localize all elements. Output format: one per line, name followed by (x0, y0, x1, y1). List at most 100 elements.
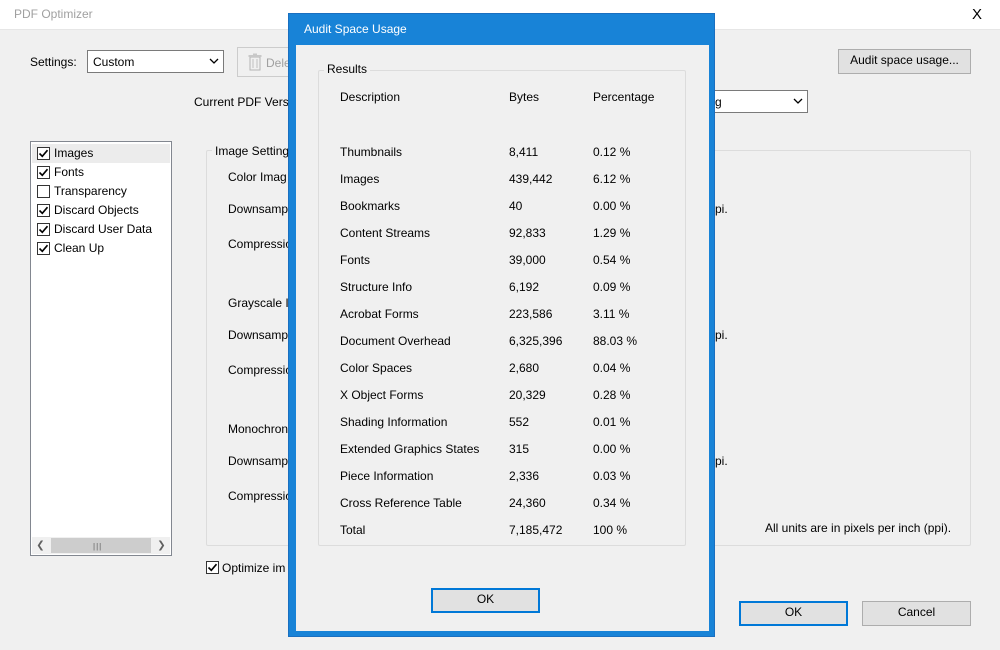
scrollbar-thumb[interactable]: ||| (51, 538, 151, 553)
grip-icon: ||| (93, 542, 103, 551)
downsample-label: Downsamp (228, 454, 289, 468)
row-description: Acrobat Forms (340, 307, 419, 321)
row-bytes: 6,192 (509, 280, 540, 294)
row-description: Images (340, 172, 380, 186)
list-item-discard-objects[interactable]: Discard Objects (32, 201, 170, 220)
chevron-down-icon (209, 58, 219, 64)
row-description: Thumbnails (340, 145, 403, 159)
checkbox-checked[interactable] (37, 204, 50, 217)
column-header-percentage: Percentage (593, 90, 655, 104)
downsample-label: Downsamp (228, 328, 289, 342)
row-description: X Object Forms (340, 388, 424, 402)
row-bytes: 223,586 (509, 307, 553, 321)
units-note: All units are in pixels per inch (ppi). (765, 521, 952, 535)
row-description: Shading Information (340, 415, 448, 429)
checkbox-checked[interactable] (37, 242, 50, 255)
settings-dropdown[interactable]: Custom (87, 50, 224, 73)
column-header-bytes: Bytes (509, 90, 540, 104)
row-percentage: 0.54 % (593, 253, 631, 267)
list-item-label: Discard User Data (54, 222, 153, 236)
ppi-label: pi. (715, 328, 728, 342)
row-percentage: 100 % (593, 523, 628, 537)
optimize-label: Optimize im (222, 561, 286, 575)
compression-label: Compressio (228, 237, 293, 251)
color-images-label: Color Imag (228, 170, 287, 184)
close-window-button[interactable]: X (954, 0, 1000, 30)
row-bytes: 7,185,472 (509, 523, 563, 537)
image-settings-title: Image Setting (212, 144, 293, 158)
audit-space-usage-button[interactable]: Audit space usage... (838, 49, 971, 74)
row-percentage: 0.09 % (593, 280, 631, 294)
list-item-transparency[interactable]: Transparency (32, 182, 170, 201)
ppi-label: pi. (715, 202, 728, 216)
row-description: Total (340, 523, 366, 537)
row-percentage: 3.11 % (593, 307, 630, 321)
row-percentage: 6.12 % (593, 172, 631, 186)
row-bytes: 315 (509, 442, 530, 456)
checkbox-checked[interactable] (37, 147, 50, 160)
ok-button[interactable]: OK (739, 601, 848, 626)
downsample-label: Downsamp (228, 202, 289, 216)
row-percentage: 0.01 % (593, 415, 631, 429)
row-description: Piece Information (340, 469, 434, 483)
row-bytes: 24,360 (509, 496, 546, 510)
row-bytes: 552 (509, 415, 530, 429)
monochrome-images-label: Monochron (228, 422, 289, 436)
checkbox-checked[interactable] (37, 166, 50, 179)
window-title: PDF Optimizer (14, 7, 93, 21)
list-item-fonts[interactable]: Fonts (32, 163, 170, 182)
optimize-checkbox[interactable] (206, 561, 219, 574)
row-bytes: 8,411 (509, 145, 539, 159)
row-percentage: 0.28 % (593, 388, 631, 402)
trash-icon (248, 53, 262, 71)
optimizer-categories-list[interactable]: Images Fonts Transparency Discard Object… (30, 141, 172, 556)
row-bytes: 2,336 (509, 469, 540, 483)
compatibility-dropdown[interactable]: g (700, 90, 808, 113)
row-percentage: 0.34 % (593, 496, 631, 510)
row-percentage: 0.03 % (593, 469, 631, 483)
list-item-clean-up[interactable]: Clean Up (32, 239, 170, 258)
close-icon: X (971, 6, 982, 23)
row-description: Fonts (340, 253, 371, 267)
settings-label: Settings: (30, 55, 77, 69)
list-item-images[interactable]: Images (32, 144, 170, 163)
list-item-label: Fonts (54, 165, 85, 179)
horizontal-scrollbar[interactable]: ❮ ||| ❯ (32, 537, 170, 554)
current-pdf-version-label: Current PDF Versi (194, 95, 292, 109)
grayscale-images-label: Grayscale I (228, 296, 289, 310)
row-bytes: 40 (509, 199, 523, 213)
column-header-description: Description (340, 90, 401, 104)
row-bytes: 39,000 (509, 253, 546, 267)
row-percentage: 1.29 % (593, 226, 631, 240)
row-bytes: 439,442 (509, 172, 553, 186)
row-bytes: 6,325,396 (509, 334, 563, 348)
dialog-body: Results Description Bytes Percentage Thu… (296, 45, 709, 631)
list-item-label: Clean Up (54, 241, 105, 255)
row-description: Color Spaces (340, 361, 413, 375)
dialog-ok-button[interactable]: OK (431, 588, 540, 613)
row-percentage: 0.00 % (593, 199, 631, 213)
settings-value: Custom (93, 55, 135, 69)
compression-label: Compressio (228, 363, 293, 377)
row-description: Document Overhead (340, 334, 451, 348)
row-percentage: 0.12 % (593, 145, 631, 159)
checkbox-unchecked[interactable] (37, 185, 50, 198)
scroll-left-icon[interactable]: ❮ (32, 537, 49, 554)
chevron-down-icon (793, 98, 803, 104)
row-bytes: 20,329 (509, 388, 546, 402)
row-description: Bookmarks (340, 199, 401, 213)
ppi-label: pi. (715, 454, 728, 468)
row-description: Structure Info (340, 280, 413, 294)
row-description: Extended Graphics States (340, 442, 480, 456)
compression-label: Compressio (228, 489, 293, 503)
list-item-discard-user-data[interactable]: Discard User Data (32, 220, 170, 239)
cancel-button[interactable]: Cancel (862, 601, 971, 626)
row-percentage: 88.03 % (593, 334, 638, 348)
scroll-right-icon[interactable]: ❯ (153, 537, 170, 554)
row-description: Content Streams (340, 226, 431, 240)
list-item-label: Discard Objects (54, 203, 139, 217)
checkbox-checked[interactable] (37, 223, 50, 236)
audit-space-usage-dialog: Audit Space Usage Results Description By… (288, 13, 715, 637)
row-bytes: 2,680 (509, 361, 540, 375)
list-item-label: Transparency (54, 184, 127, 198)
